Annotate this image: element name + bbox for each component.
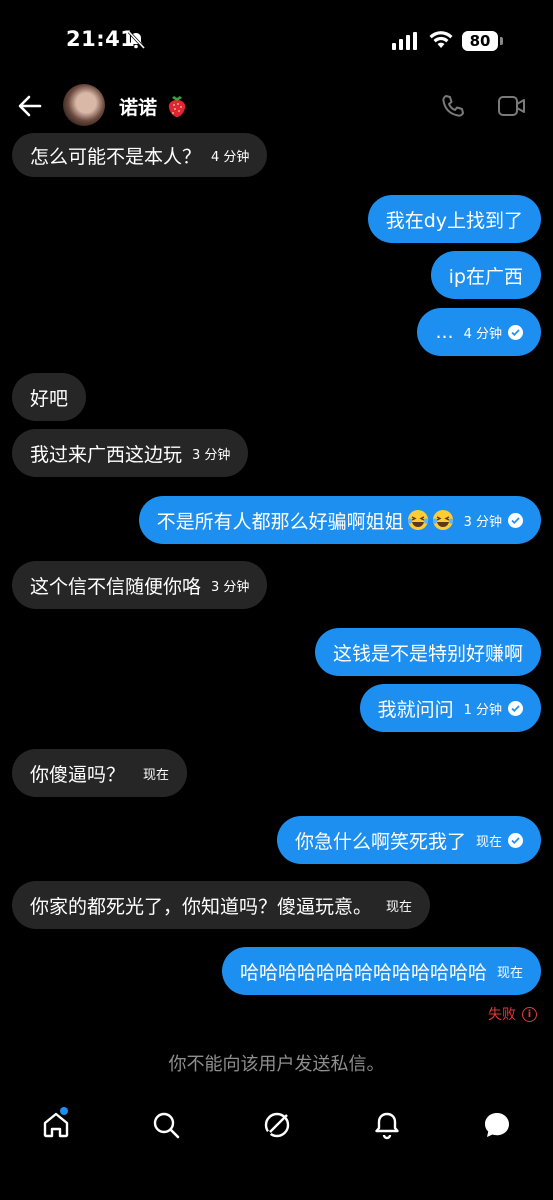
message-incoming[interactable]: 我过来广西这边玩 3 分钟 xyxy=(12,429,249,477)
message-text: 这个信不信随便你咯 xyxy=(30,575,202,598)
send-failed-status[interactable]: 失败 i xyxy=(488,1004,537,1024)
message-time: 现在 xyxy=(475,834,502,850)
message-time: 现在 xyxy=(496,965,523,981)
bottom-tab-bar xyxy=(0,1100,553,1160)
message-time: 4 分钟 xyxy=(211,149,250,165)
message-meta: 现在 xyxy=(476,831,523,850)
read-check-icon xyxy=(508,832,523,848)
message-outgoing[interactable]: 我在dy上找到了 xyxy=(367,195,541,243)
message-text: 你急什么啊笑死我了 xyxy=(294,830,466,853)
contact-name[interactable]: 诺诺 xyxy=(119,93,157,120)
wifi-icon xyxy=(429,31,453,48)
message-text: ... xyxy=(435,321,454,343)
message-text: 你家的都死光了，你知道吗？傻逼玩意。 xyxy=(30,895,373,918)
message-incoming[interactable]: 怎么可能不是本人？ 4 分钟 xyxy=(12,133,268,177)
message-time: 1 分钟 xyxy=(463,702,502,718)
message-text: 哈哈哈哈哈哈哈哈哈哈哈哈哈 xyxy=(239,961,487,984)
message-time: 4 分钟 xyxy=(463,326,502,342)
home-icon[interactable] xyxy=(41,1110,71,1140)
message-text: 我就问问 xyxy=(377,698,454,721)
explore-icon[interactable] xyxy=(262,1110,292,1140)
message-meta: 4 分钟 xyxy=(464,323,523,342)
read-check-icon xyxy=(508,512,523,528)
signal-icon xyxy=(392,32,417,50)
message-incoming[interactable]: 好吧 xyxy=(12,373,87,421)
bell-mute-icon xyxy=(127,30,146,50)
chat-header: 诺诺 xyxy=(0,80,553,136)
status-time: 21:41 xyxy=(66,27,136,51)
message-text: 你傻逼吗？ xyxy=(30,763,126,786)
search-icon[interactable] xyxy=(151,1110,181,1140)
message-outgoing[interactable]: 不是所有人都那么好骗啊姐姐 3 分钟 xyxy=(138,496,541,544)
laughing-tears-emoji-icon xyxy=(407,510,428,530)
message-time: 3 分钟 xyxy=(463,514,502,530)
message-text: 怎么可能不是本人？ xyxy=(30,145,202,168)
message-meta: 3 分钟 xyxy=(464,511,523,530)
message-meta: 1 分钟 xyxy=(464,699,523,718)
status-bar: 21:41 80 xyxy=(0,0,553,80)
strawberry-icon xyxy=(168,96,186,117)
message-text: ip在广西 xyxy=(448,265,523,288)
message-text: 好吧 xyxy=(30,387,69,410)
message-time: 3 分钟 xyxy=(192,447,231,463)
message-time: 3 分钟 xyxy=(211,579,250,595)
chat-icon[interactable] xyxy=(482,1110,512,1140)
phone-icon[interactable] xyxy=(440,93,466,119)
message-text: 这钱是不是特别好赚啊 xyxy=(332,642,523,665)
battery-tip xyxy=(500,37,503,45)
notification-dot xyxy=(60,1107,68,1115)
message-outgoing[interactable]: 我就问问 1 分钟 xyxy=(359,684,541,732)
message-incoming[interactable]: 这个信不信随便你咯 3 分钟 xyxy=(12,561,268,609)
message-time: 现在 xyxy=(143,767,170,783)
read-check-icon xyxy=(508,324,523,340)
failed-label: 失败 xyxy=(488,1007,516,1023)
read-check-icon xyxy=(508,700,523,716)
video-icon[interactable] xyxy=(497,94,527,118)
message-text: 我在dy上找到了 xyxy=(385,209,523,232)
laughing-tears-emoji-icon xyxy=(432,510,453,530)
bell-icon[interactable] xyxy=(372,1110,402,1140)
back-arrow-icon[interactable] xyxy=(16,92,44,120)
message-outgoing-failed[interactable]: 哈哈哈哈哈哈哈哈哈哈哈哈哈 现在 xyxy=(221,947,541,995)
message-time: 现在 xyxy=(386,899,413,915)
message-outgoing[interactable]: ip在广西 xyxy=(430,251,541,299)
message-outgoing[interactable]: 这钱是不是特别好赚啊 xyxy=(314,628,541,676)
message-incoming[interactable]: 你家的都死光了，你知道吗？傻逼玩意。 现在 xyxy=(12,881,431,929)
message-incoming[interactable]: 你傻逼吗？ 现在 xyxy=(12,749,188,797)
message-text: 我过来广西这边玩 xyxy=(30,443,183,466)
battery-level: 80 xyxy=(462,31,498,51)
error-icon: i xyxy=(522,1006,537,1022)
message-outgoing[interactable]: 你急什么啊笑死我了 现在 xyxy=(276,816,541,864)
message-text: 不是所有人都那么好骗啊姐姐 xyxy=(156,510,404,533)
cannot-message-notice: 你不能向该用户发送私信。 xyxy=(168,1054,385,1075)
avatar[interactable] xyxy=(63,84,105,126)
message-outgoing[interactable]: ... 4 分钟 xyxy=(417,308,541,356)
